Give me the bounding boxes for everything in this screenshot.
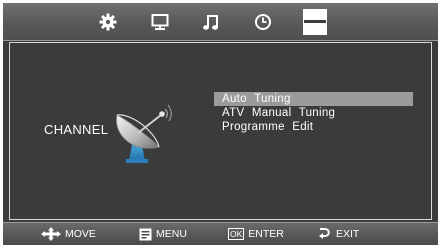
exit-hint: EXIT <box>318 227 359 241</box>
menu-hint: MENU <box>139 227 187 241</box>
menu-item-programme-edit[interactable]: Programme Edit <box>214 120 413 134</box>
clock-icon[interactable] <box>252 11 274 33</box>
dpad-icon <box>41 227 61 241</box>
menu-tab-bar <box>3 3 438 41</box>
key-hint-bar: MOVE MENU OK ENTER EXIT <box>3 222 438 245</box>
enter-hint-label: ENTER <box>248 228 284 240</box>
move-hint-label: MOVE <box>65 228 96 240</box>
section-label: CHANNEL <box>44 122 109 137</box>
monitor-icon[interactable] <box>149 11 171 33</box>
tv-menu-screen: CHANNEL Auto Tuning ATV Manual Tuning Pr… <box>2 2 439 246</box>
menu-item-auto-tuning[interactable]: Auto Tuning <box>214 92 413 106</box>
channel-menu-list: Auto Tuning ATV Manual Tuning Programme … <box>214 92 413 134</box>
return-icon <box>319 227 330 239</box>
channel-settings-panel: CHANNEL Auto Tuning ATV Manual Tuning Pr… <box>9 42 432 220</box>
satellite-dish-icon <box>111 95 179 170</box>
channel-grid-icon[interactable] <box>303 9 327 35</box>
ok-key-icon: OK <box>228 228 245 240</box>
menu-hint-label: MENU <box>156 228 187 240</box>
music-note-icon[interactable] <box>200 11 222 33</box>
exit-hint-label: EXIT <box>336 228 360 240</box>
move-hint: MOVE <box>41 227 96 241</box>
gear-icon[interactable] <box>97 11 119 33</box>
enter-hint: OK ENTER <box>228 227 284 241</box>
menu-icon <box>139 228 152 240</box>
menu-item-atv-manual-tuning[interactable]: ATV Manual Tuning <box>214 106 413 120</box>
